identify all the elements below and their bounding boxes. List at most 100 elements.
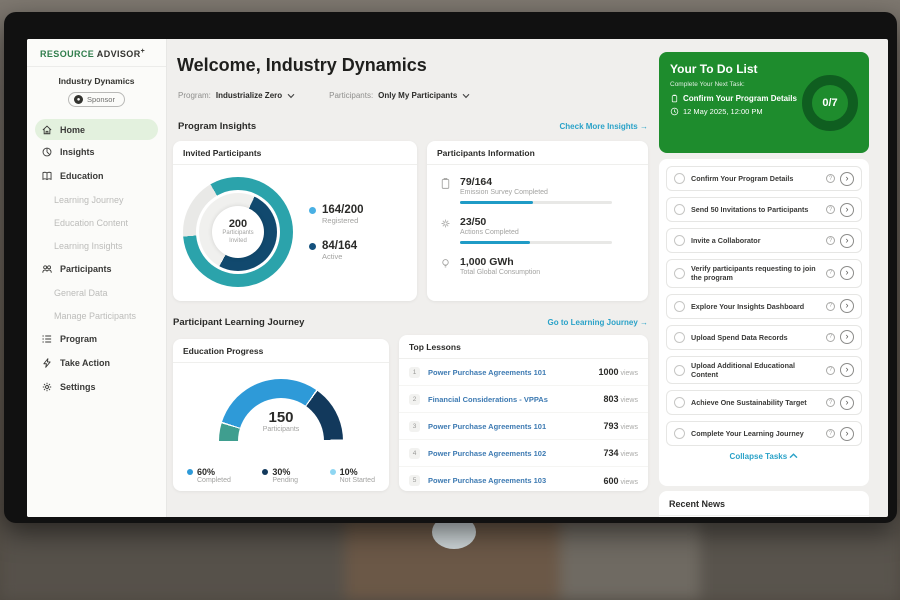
info-icon[interactable]: ? bbox=[826, 302, 835, 311]
gauge-label: Participants bbox=[173, 426, 389, 433]
views-count: 734 bbox=[603, 448, 618, 458]
chevron-down-icon bbox=[287, 93, 295, 99]
chevron-right-button[interactable]: › bbox=[840, 172, 854, 186]
task-checkbox[interactable] bbox=[674, 365, 685, 376]
todo-panel: Your To Do List Complete Your Next Task:… bbox=[659, 39, 869, 517]
card-title: Participants Information bbox=[427, 141, 648, 165]
task-label: Confirm Your Program Details bbox=[691, 174, 820, 183]
check-more-insights-link[interactable]: Check More Insights → bbox=[560, 122, 648, 131]
info-icon[interactable]: ? bbox=[826, 269, 835, 278]
sidebar-item-general-data[interactable]: General Data bbox=[27, 281, 166, 304]
task-checkbox[interactable] bbox=[674, 268, 685, 279]
participants-value: Only My Participants bbox=[378, 91, 457, 100]
info-icon[interactable]: ? bbox=[826, 429, 835, 438]
stat-actions-completed: 23/50 Actions Completed bbox=[439, 216, 636, 244]
task-row: Explore Your Insights Dashboard ? › bbox=[666, 294, 862, 319]
task-checkbox[interactable] bbox=[674, 428, 685, 439]
views-suffix: views bbox=[620, 479, 638, 486]
task-row: Verify participants requesting to join t… bbox=[666, 259, 862, 288]
chevron-right-button[interactable]: › bbox=[840, 330, 854, 344]
sidebar: RESOURCE ADVISOR+ Industry Dynamics ● Sp… bbox=[27, 39, 167, 517]
registered-legend-item: 164/200 Registered bbox=[309, 204, 364, 225]
lesson-link[interactable]: Power Purchase Agreements 103 bbox=[428, 476, 601, 485]
todo-progress-ring: 0/7 bbox=[802, 75, 858, 131]
task-checkbox[interactable] bbox=[674, 301, 685, 312]
sponsor-badge: ● Sponsor bbox=[68, 92, 125, 107]
participants-select[interactable]: Participants: Only My Participants bbox=[329, 91, 470, 100]
info-icon[interactable]: ? bbox=[826, 205, 835, 214]
participants-stats: 79/164 Emission Survey Completed 23/50 A… bbox=[427, 165, 648, 299]
section-title: Program Insights bbox=[178, 121, 256, 132]
sidebar-item-participants[interactable]: Participants bbox=[27, 257, 166, 281]
chevron-right-button[interactable]: › bbox=[840, 203, 854, 217]
chevron-right-button[interactable]: › bbox=[840, 234, 854, 248]
legend-value: 10% bbox=[340, 467, 358, 477]
task-row: Complete Your Learning Journey ? › bbox=[666, 421, 862, 446]
chevron-right-button[interactable]: › bbox=[840, 299, 854, 313]
sidebar-item-home[interactable]: Home bbox=[35, 119, 158, 140]
pending-dot bbox=[262, 469, 268, 475]
go-to-learning-journey-link[interactable]: Go to Learning Journey → bbox=[548, 318, 648, 327]
chevron-down-icon bbox=[462, 93, 470, 99]
info-icon[interactable]: ? bbox=[826, 333, 835, 342]
views-count: 793 bbox=[603, 421, 618, 431]
arrow-right-icon: → bbox=[640, 318, 648, 327]
link-label: Go to Learning Journey bbox=[548, 318, 638, 327]
program-insights-header: Program Insights Check More Insights → bbox=[178, 121, 648, 132]
lesson-link[interactable]: Power Purchase Agreements 101 bbox=[428, 422, 601, 431]
sidebar-item-take-action[interactable]: Take Action bbox=[27, 351, 166, 375]
task-row: Upload Additional Educational Content ? … bbox=[666, 356, 862, 385]
app-logo: RESOURCE ADVISOR+ bbox=[27, 39, 166, 67]
sidebar-item-learning-journey[interactable]: Learning Journey bbox=[27, 188, 166, 211]
lesson-link[interactable]: Power Purchase Agreements 101 bbox=[428, 368, 596, 377]
progress-track bbox=[460, 201, 612, 204]
list-icon bbox=[41, 333, 53, 345]
chevron-right-button[interactable]: › bbox=[840, 427, 854, 441]
sidebar-item-insights[interactable]: Insights bbox=[27, 140, 166, 164]
gauge-center: 150 Participants bbox=[173, 409, 389, 433]
legend-completed: 60% Completed bbox=[187, 467, 231, 484]
task-checkbox[interactable] bbox=[674, 204, 685, 215]
not-started-dot bbox=[330, 469, 336, 475]
card-title: Top Lessons bbox=[399, 335, 648, 359]
stat-label: Actions Completed bbox=[460, 229, 612, 236]
task-row: Send 50 Invitations to Participants ? › bbox=[666, 197, 862, 222]
info-icon[interactable]: ? bbox=[826, 366, 835, 375]
chevron-right-button[interactable]: › bbox=[840, 266, 854, 280]
lesson-row: 2 Financial Considerations - VPPAs 803vi… bbox=[399, 386, 648, 413]
invited-label-2: Invited bbox=[229, 238, 247, 246]
task-label: Explore Your Insights Dashboard bbox=[691, 302, 820, 311]
task-checkbox[interactable] bbox=[674, 235, 685, 246]
sidebar-nav: Home Insights Education Learning Journey… bbox=[27, 119, 166, 399]
survey-icon bbox=[439, 176, 452, 191]
home-icon bbox=[41, 124, 53, 136]
actions-icon bbox=[439, 216, 452, 231]
task-checkbox[interactable] bbox=[674, 173, 685, 184]
info-icon[interactable]: ? bbox=[826, 398, 835, 407]
task-checkbox[interactable] bbox=[674, 332, 685, 343]
card-title: Invited Participants bbox=[173, 141, 417, 165]
sidebar-item-label: Program bbox=[60, 334, 97, 344]
lesson-link[interactable]: Power Purchase Agreements 102 bbox=[428, 449, 601, 458]
chevron-right-button[interactable]: › bbox=[840, 396, 854, 410]
views-count: 600 bbox=[603, 476, 618, 486]
collapse-tasks-link[interactable]: Collapse Tasks bbox=[666, 452, 862, 461]
lesson-link[interactable]: Financial Considerations - VPPAs bbox=[428, 395, 601, 404]
task-label: Invite a Collaborator bbox=[691, 236, 820, 245]
sidebar-item-manage-participants[interactable]: Manage Participants bbox=[27, 304, 166, 327]
sidebar-item-education-content[interactable]: Education Content bbox=[27, 211, 166, 234]
sidebar-item-program[interactable]: Program bbox=[27, 327, 166, 351]
main-content: Welcome, Industry Dynamics Program: Indu… bbox=[167, 39, 659, 517]
program-select[interactable]: Program: Industrialize Zero bbox=[178, 91, 295, 100]
info-icon[interactable]: ? bbox=[826, 236, 835, 245]
task-checkbox[interactable] bbox=[674, 397, 685, 408]
stat-value: 23/50 bbox=[460, 216, 612, 228]
chevron-right-button[interactable]: › bbox=[840, 363, 854, 377]
sidebar-item-settings[interactable]: Settings bbox=[27, 375, 166, 399]
donut-center: 200 Participants Invited bbox=[212, 206, 264, 258]
todo-summary-left: Your To Do List Complete Your Next Task:… bbox=[670, 62, 797, 143]
info-icon[interactable]: ? bbox=[826, 174, 835, 183]
todo-title: Your To Do List bbox=[670, 62, 797, 76]
sidebar-item-education[interactable]: Education bbox=[27, 164, 166, 188]
sidebar-item-learning-insights[interactable]: Learning Insights bbox=[27, 234, 166, 257]
